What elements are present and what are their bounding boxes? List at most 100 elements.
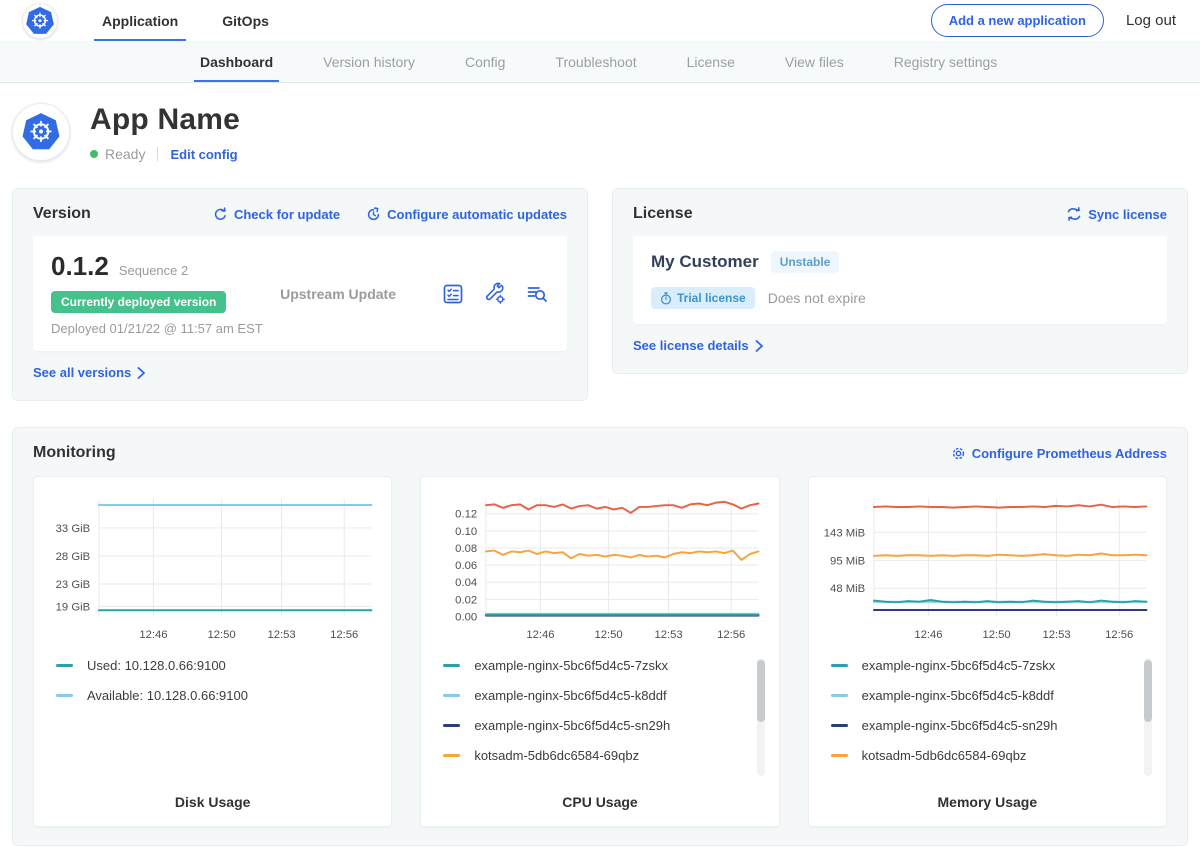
configure-automatic-updates-label: Configure automatic updates (387, 207, 567, 222)
version-panel: Version Check for update Configure au (12, 188, 588, 401)
legend-swatch (443, 724, 460, 727)
configure-automatic-updates-link[interactable]: Configure automatic updates (366, 207, 567, 222)
nav-item-gitops[interactable]: GitOps (214, 0, 277, 41)
version-title: Version (33, 205, 91, 223)
tab-view-files[interactable]: View files (775, 41, 854, 82)
channel-badge: Unstable (771, 251, 840, 273)
check-for-update-link[interactable]: Check for update (213, 207, 340, 222)
app-status-row: Ready Edit config (90, 146, 240, 162)
cpu-usage-chart-card: 0.000.020.040.060.080.100.1212:4612:5012… (420, 476, 779, 827)
chart-title: Memory Usage (821, 778, 1154, 810)
svg-text:0.04: 0.04 (456, 577, 478, 589)
license-panel-header: License Sync license (633, 205, 1167, 223)
monitoring-title: Monitoring (33, 444, 116, 462)
divider (157, 147, 158, 161)
deployed-badge: Currently deployed version (51, 291, 226, 313)
nav-item-application[interactable]: Application (94, 0, 186, 41)
version-action-icons (441, 282, 549, 306)
legend-item: example-nginx-5bc6f5d4c5-7zskx (831, 658, 1136, 673)
svg-text:12:53: 12:53 (1042, 629, 1070, 641)
chart-title: CPU Usage (433, 778, 766, 810)
svg-text:143 MiB: 143 MiB (823, 527, 864, 539)
edit-config-link[interactable]: Edit config (170, 147, 237, 162)
status-dot-icon (90, 150, 98, 158)
configure-prometheus-link[interactable]: Configure Prometheus Address (951, 446, 1167, 461)
legend-item: example-nginx-5bc6f5d4c5-sn29h (443, 718, 748, 733)
disk-usage-chart-card: 19 GiB23 GiB28 GiB33 GiB12:4612:5012:531… (33, 476, 392, 827)
version-info: 0.1.2 Sequence 2 Currently deployed vers… (51, 251, 280, 336)
tab-version-history[interactable]: Version history (313, 41, 425, 82)
version-number: 0.1.2 (51, 251, 109, 282)
tab-config[interactable]: Config (455, 41, 515, 82)
page-title: App Name (90, 103, 240, 137)
version-sequence: Sequence 2 (119, 263, 188, 278)
svg-text:12:50: 12:50 (207, 629, 235, 641)
legend-item: example-nginx-5bc6f5d4c5-k8ddf (443, 688, 748, 703)
legend-item: example-nginx-5bc6f5d4c5-k8ddf (831, 688, 1136, 703)
kubernetes-logo[interactable] (22, 3, 58, 39)
tab-label: Dashboard (200, 54, 273, 70)
tab-license[interactable]: License (677, 41, 745, 82)
logout-button[interactable]: Log out (1126, 12, 1176, 29)
release-notes-icon[interactable] (441, 282, 465, 306)
legend-swatch (831, 724, 848, 727)
memory-usage-legend: example-nginx-5bc6f5d4c5-7zskx example-ng… (831, 658, 1154, 778)
svg-text:0.10: 0.10 (456, 526, 478, 538)
sync-license-link[interactable]: Sync license (1066, 207, 1167, 222)
legend-swatch (831, 754, 848, 757)
config-wrench-icon[interactable] (483, 282, 507, 306)
legend-label: kotsadm-5db6dc6584-69qbz (862, 748, 1027, 763)
legend-swatch (56, 694, 73, 697)
legend-scrollbar-track (1144, 658, 1152, 776)
check-for-update-label: Check for update (234, 207, 340, 222)
license-title: License (633, 205, 693, 223)
legend-swatch (443, 694, 460, 697)
license-panel: License Sync license My Customer Unstabl… (612, 188, 1188, 374)
legend-swatch (443, 754, 460, 757)
legend-label: example-nginx-5bc6f5d4c5-7zskx (862, 658, 1056, 673)
clock-refresh-icon (366, 207, 381, 222)
nav-item-label: Application (102, 13, 178, 29)
see-all-versions-link[interactable]: See all versions (33, 365, 146, 380)
tab-troubleshoot[interactable]: Troubleshoot (545, 41, 646, 82)
see-all-versions-label: See all versions (33, 365, 131, 380)
svg-text:0.06: 0.06 (456, 560, 478, 572)
tab-label: Config (465, 54, 505, 70)
legend-scrollbar-thumb[interactable] (1144, 660, 1152, 722)
svg-text:48 MiB: 48 MiB (830, 583, 865, 595)
legend-item: kotsadm-5db6dc6584-69qbz (831, 748, 1136, 763)
top-nav: Application GitOps Add a new application… (0, 0, 1200, 41)
sync-icon (1066, 207, 1082, 221)
gear-icon (951, 446, 966, 461)
monitoring-panel: Monitoring Configure Prometheus Address … (12, 427, 1188, 846)
nav-item-label: GitOps (222, 13, 269, 29)
status-text: Ready (105, 146, 145, 162)
svg-text:12:53: 12:53 (655, 629, 683, 641)
cpu-usage-legend: example-nginx-5bc6f5d4c5-7zskxexample-ng… (443, 658, 766, 778)
disk-usage-legend: Used: 10.128.0.66:9100Available: 10.128.… (56, 658, 379, 718)
license-expiry: Does not expire (768, 290, 866, 306)
legend-swatch (831, 694, 848, 697)
current-version-card: 0.1.2 Sequence 2 Currently deployed vers… (33, 236, 567, 351)
legend-item: example-nginx-5bc6f5d4c5-sn29h (831, 718, 1136, 733)
see-license-details-link[interactable]: See license details (633, 338, 764, 353)
svg-text:12:50: 12:50 (982, 629, 1010, 641)
svg-text:12:46: 12:46 (527, 629, 555, 641)
tab-registry-settings[interactable]: Registry settings (884, 41, 1007, 82)
svg-text:0.12: 0.12 (456, 509, 478, 521)
svg-text:12:56: 12:56 (330, 629, 358, 641)
tab-dashboard[interactable]: Dashboard (190, 41, 283, 82)
view-files-icon[interactable] (525, 282, 549, 306)
legend-scrollbar-thumb[interactable] (757, 660, 765, 722)
app-header: App Name Ready Edit config (0, 83, 1200, 188)
app-header-text: App Name Ready Edit config (90, 103, 240, 162)
disk-usage-chart: 19 GiB23 GiB28 GiB33 GiB12:4612:5012:531… (46, 489, 379, 646)
svg-text:12:53: 12:53 (267, 629, 295, 641)
customer-name: My Customer (651, 252, 759, 272)
see-license-details-row: See license details (633, 337, 1167, 355)
tab-label: License (687, 54, 735, 70)
see-license-details-label: See license details (633, 338, 749, 353)
add-application-button[interactable]: Add a new application (931, 4, 1104, 37)
chevron-right-icon (755, 340, 764, 352)
svg-text:12:56: 12:56 (1105, 629, 1133, 641)
